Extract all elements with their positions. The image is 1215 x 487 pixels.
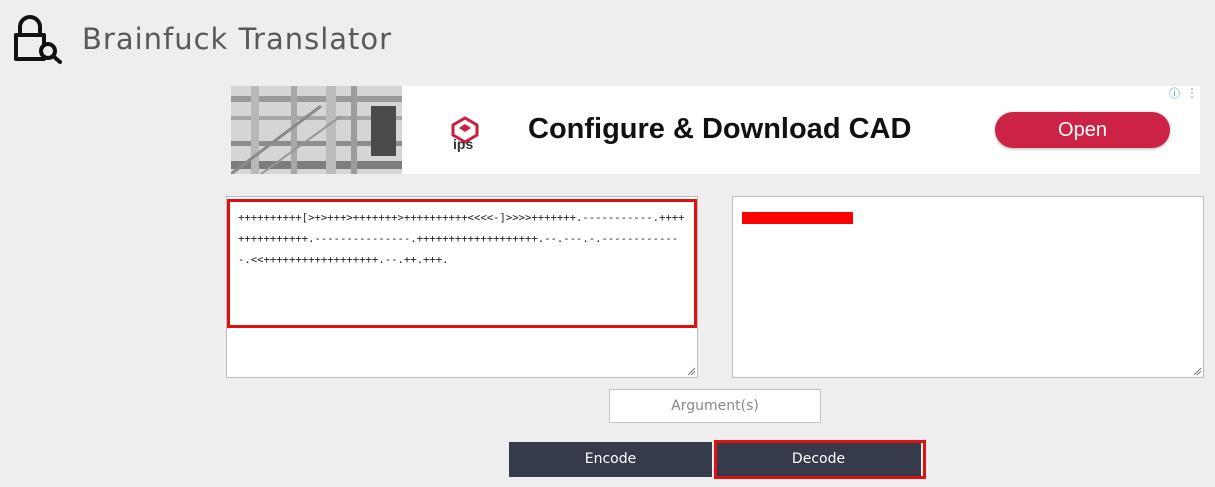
argument-input[interactable]: Argument(s) [609, 389, 821, 423]
output-redacted-text [742, 212, 853, 224]
ad-headline[interactable]: Configure & Download CAD [528, 113, 911, 146]
ad-banner[interactable]: ips Configure & Download CAD Open ⓘ ⋮ [231, 86, 1200, 174]
decode-highlight-box [714, 440, 926, 479]
input-highlight-box [227, 199, 697, 328]
page-title: Brainfuck Translator [82, 22, 393, 56]
input-resize-handle-icon[interactable] [686, 366, 696, 376]
ad-open-button[interactable]: Open [995, 112, 1170, 148]
encode-button[interactable]: Encode [509, 442, 712, 477]
ad-info-icon[interactable]: ⓘ [1169, 88, 1181, 100]
ad-menu-icon[interactable]: ⋮ [1186, 86, 1198, 100]
output-resize-handle-icon[interactable] [1192, 366, 1202, 376]
lock-search-icon [14, 15, 62, 64]
ad-brand-text: ips [453, 136, 474, 152]
header: Brainfuck Translator [0, 0, 1215, 80]
ad-image[interactable] [231, 86, 402, 174]
